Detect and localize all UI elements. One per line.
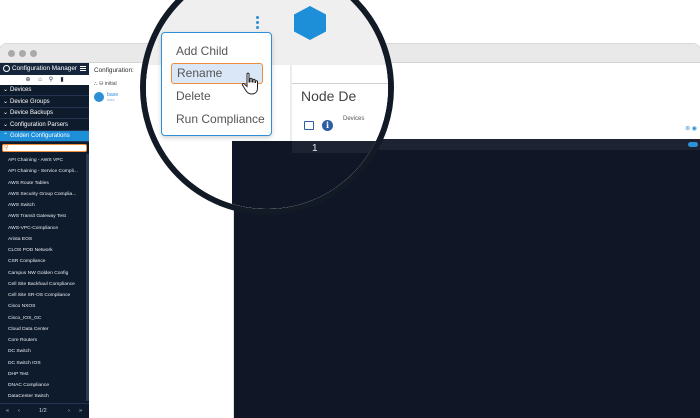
tree-title: Configuration: bbox=[94, 67, 134, 74]
sidebar: Configuration Manager ⊕ ⌂ ⚲ ▮ ⌄ Devices ⌄… bbox=[0, 63, 89, 418]
menu-item-run-compliance[interactable]: Run Compliance bbox=[162, 108, 271, 130]
hamburger-menu-icon[interactable] bbox=[80, 66, 86, 71]
chevron-down-icon: ⌄ bbox=[3, 87, 9, 93]
hand-cursor-icon bbox=[241, 72, 258, 95]
golden-config-list-item[interactable]: Cloud Data Center bbox=[0, 324, 86, 335]
window-close-dot[interactable] bbox=[8, 50, 15, 57]
prev-page-icon[interactable]: ‹ bbox=[18, 408, 20, 414]
chevron-down-icon: ⌄ bbox=[3, 99, 9, 105]
magnifier-callout: Node De i Devices 1 Add Child Rename Del… bbox=[140, 0, 394, 215]
search-icon[interactable]: ⚲ bbox=[48, 77, 54, 83]
sidebar-group-configuration-parsers[interactable]: ⌄ Configuration Parsers bbox=[0, 120, 89, 131]
sidebar-header: Configuration Manager bbox=[0, 63, 89, 75]
golden-config-list-item[interactable]: CSR Compliance bbox=[0, 256, 86, 267]
sidebar-search-input[interactable]: ⚲ bbox=[2, 144, 87, 152]
search-icon: ⚲ bbox=[4, 145, 9, 151]
golden-config-list-item[interactable]: Cell Site Backhaul Compliance bbox=[0, 279, 86, 290]
add-icon[interactable]: ⊕ bbox=[25, 77, 31, 83]
sidebar-group-devices[interactable]: ⌄ Devices bbox=[0, 85, 89, 96]
sidebar-group-golden-configurations[interactable]: ⌃ Golden Configurations bbox=[0, 131, 89, 142]
zoom-code-line bbox=[292, 141, 388, 153]
app-logo-icon bbox=[3, 65, 10, 72]
app-title: Configuration Manager bbox=[12, 65, 78, 72]
sidebar-pagination: « ‹ 1/2 › » bbox=[0, 403, 89, 418]
info-icon[interactable]: i bbox=[322, 120, 333, 131]
sidebar-group-label: Configuration Parsers bbox=[10, 122, 69, 128]
sidebar-group-label: Device Backups bbox=[10, 110, 54, 116]
golden-config-list-item[interactable]: Campus NW Golden Config bbox=[0, 268, 86, 279]
list-view-icon[interactable] bbox=[304, 121, 314, 130]
tree-root-label: initial bbox=[104, 81, 117, 87]
golden-config-list-item[interactable]: Cisco NXOS bbox=[0, 301, 86, 312]
golden-config-list-item[interactable]: DataCenter Switch bbox=[0, 391, 86, 402]
golden-config-list-item[interactable]: AWS Route Tables bbox=[0, 178, 86, 189]
golden-config-list-item[interactable]: DC Switch bbox=[0, 346, 86, 357]
golden-config-list-item[interactable]: DC Switch IOS bbox=[0, 358, 86, 369]
tree-node-sub: base bbox=[107, 98, 115, 102]
first-page-icon[interactable]: « bbox=[6, 408, 9, 414]
window-minimize-dot[interactable] bbox=[19, 50, 26, 57]
golden-config-list-item[interactable]: Core Routers bbox=[0, 335, 86, 346]
sidebar-group-label: Devices bbox=[10, 87, 32, 93]
menu-item-add-child[interactable]: Add Child bbox=[162, 40, 271, 62]
golden-config-list-item[interactable]: AWS Transit Gateway Test bbox=[0, 211, 86, 222]
sidebar-group-device-groups[interactable]: ⌄ Device Groups bbox=[0, 97, 89, 108]
page-indicator: 1/2 bbox=[39, 408, 47, 414]
next-page-icon[interactable]: › bbox=[68, 408, 70, 414]
golden-config-list-item[interactable]: Cisco_IOS_GC bbox=[0, 313, 86, 324]
golden-config-list-item[interactable]: CLOS POD Network bbox=[0, 245, 86, 256]
kebab-menu-icon[interactable] bbox=[256, 16, 260, 30]
golden-config-list-item[interactable]: API Chaining - AWS VPC bbox=[0, 155, 86, 166]
home-icon[interactable]: ⌂ bbox=[37, 77, 43, 83]
golden-config-list-item[interactable]: Arista EOS bbox=[0, 234, 86, 245]
golden-config-list-item[interactable]: API Chaining - Service Compli... bbox=[0, 166, 86, 177]
tree-node-icon[interactable] bbox=[94, 92, 104, 102]
golden-config-list-item[interactable]: AWS Switch bbox=[0, 200, 86, 211]
tree-root-icon: ⛬ ⛁ bbox=[94, 81, 105, 87]
window-maximize-dot[interactable] bbox=[30, 50, 37, 57]
sidebar-group-device-backups[interactable]: ⌄ Device Backups bbox=[0, 108, 89, 119]
chevron-up-icon: ⌃ bbox=[3, 133, 9, 139]
tree-root[interactable]: ⛬ ⛁ initial bbox=[94, 81, 117, 88]
golden-config-list-item[interactable]: DNAC Compliance bbox=[0, 380, 86, 391]
golden-config-list-item[interactable]: AWS Security Group Complia... bbox=[0, 189, 86, 200]
node-details-title: Node De bbox=[301, 88, 357, 104]
zoom-tab-devices[interactable]: Devices bbox=[343, 116, 364, 122]
line-number: 1 bbox=[312, 143, 318, 154]
chevron-down-icon: ⌄ bbox=[3, 110, 9, 116]
document-icon[interactable]: ▮ bbox=[59, 77, 65, 83]
golden-config-list-item[interactable]: Cell Site SR-OS Compliance bbox=[0, 290, 86, 301]
last-page-icon[interactable]: » bbox=[79, 408, 82, 414]
chevron-down-icon: ⌄ bbox=[3, 122, 9, 128]
golden-config-list-item[interactable]: DHP Test bbox=[0, 369, 86, 380]
sidebar-toolbar: ⊕ ⌂ ⚲ ▮ bbox=[0, 75, 89, 85]
sidebar-group-label: Device Groups bbox=[10, 99, 50, 105]
sidebar-group-label: Golden Configurations bbox=[10, 133, 70, 139]
toolbar-right-icons[interactable]: ⊚ ◉ bbox=[685, 125, 697, 132]
title-divider bbox=[292, 83, 388, 84]
toggle-switch[interactable] bbox=[688, 142, 698, 147]
golden-config-list-item[interactable]: AWS-VPC-Compliance bbox=[0, 223, 86, 234]
